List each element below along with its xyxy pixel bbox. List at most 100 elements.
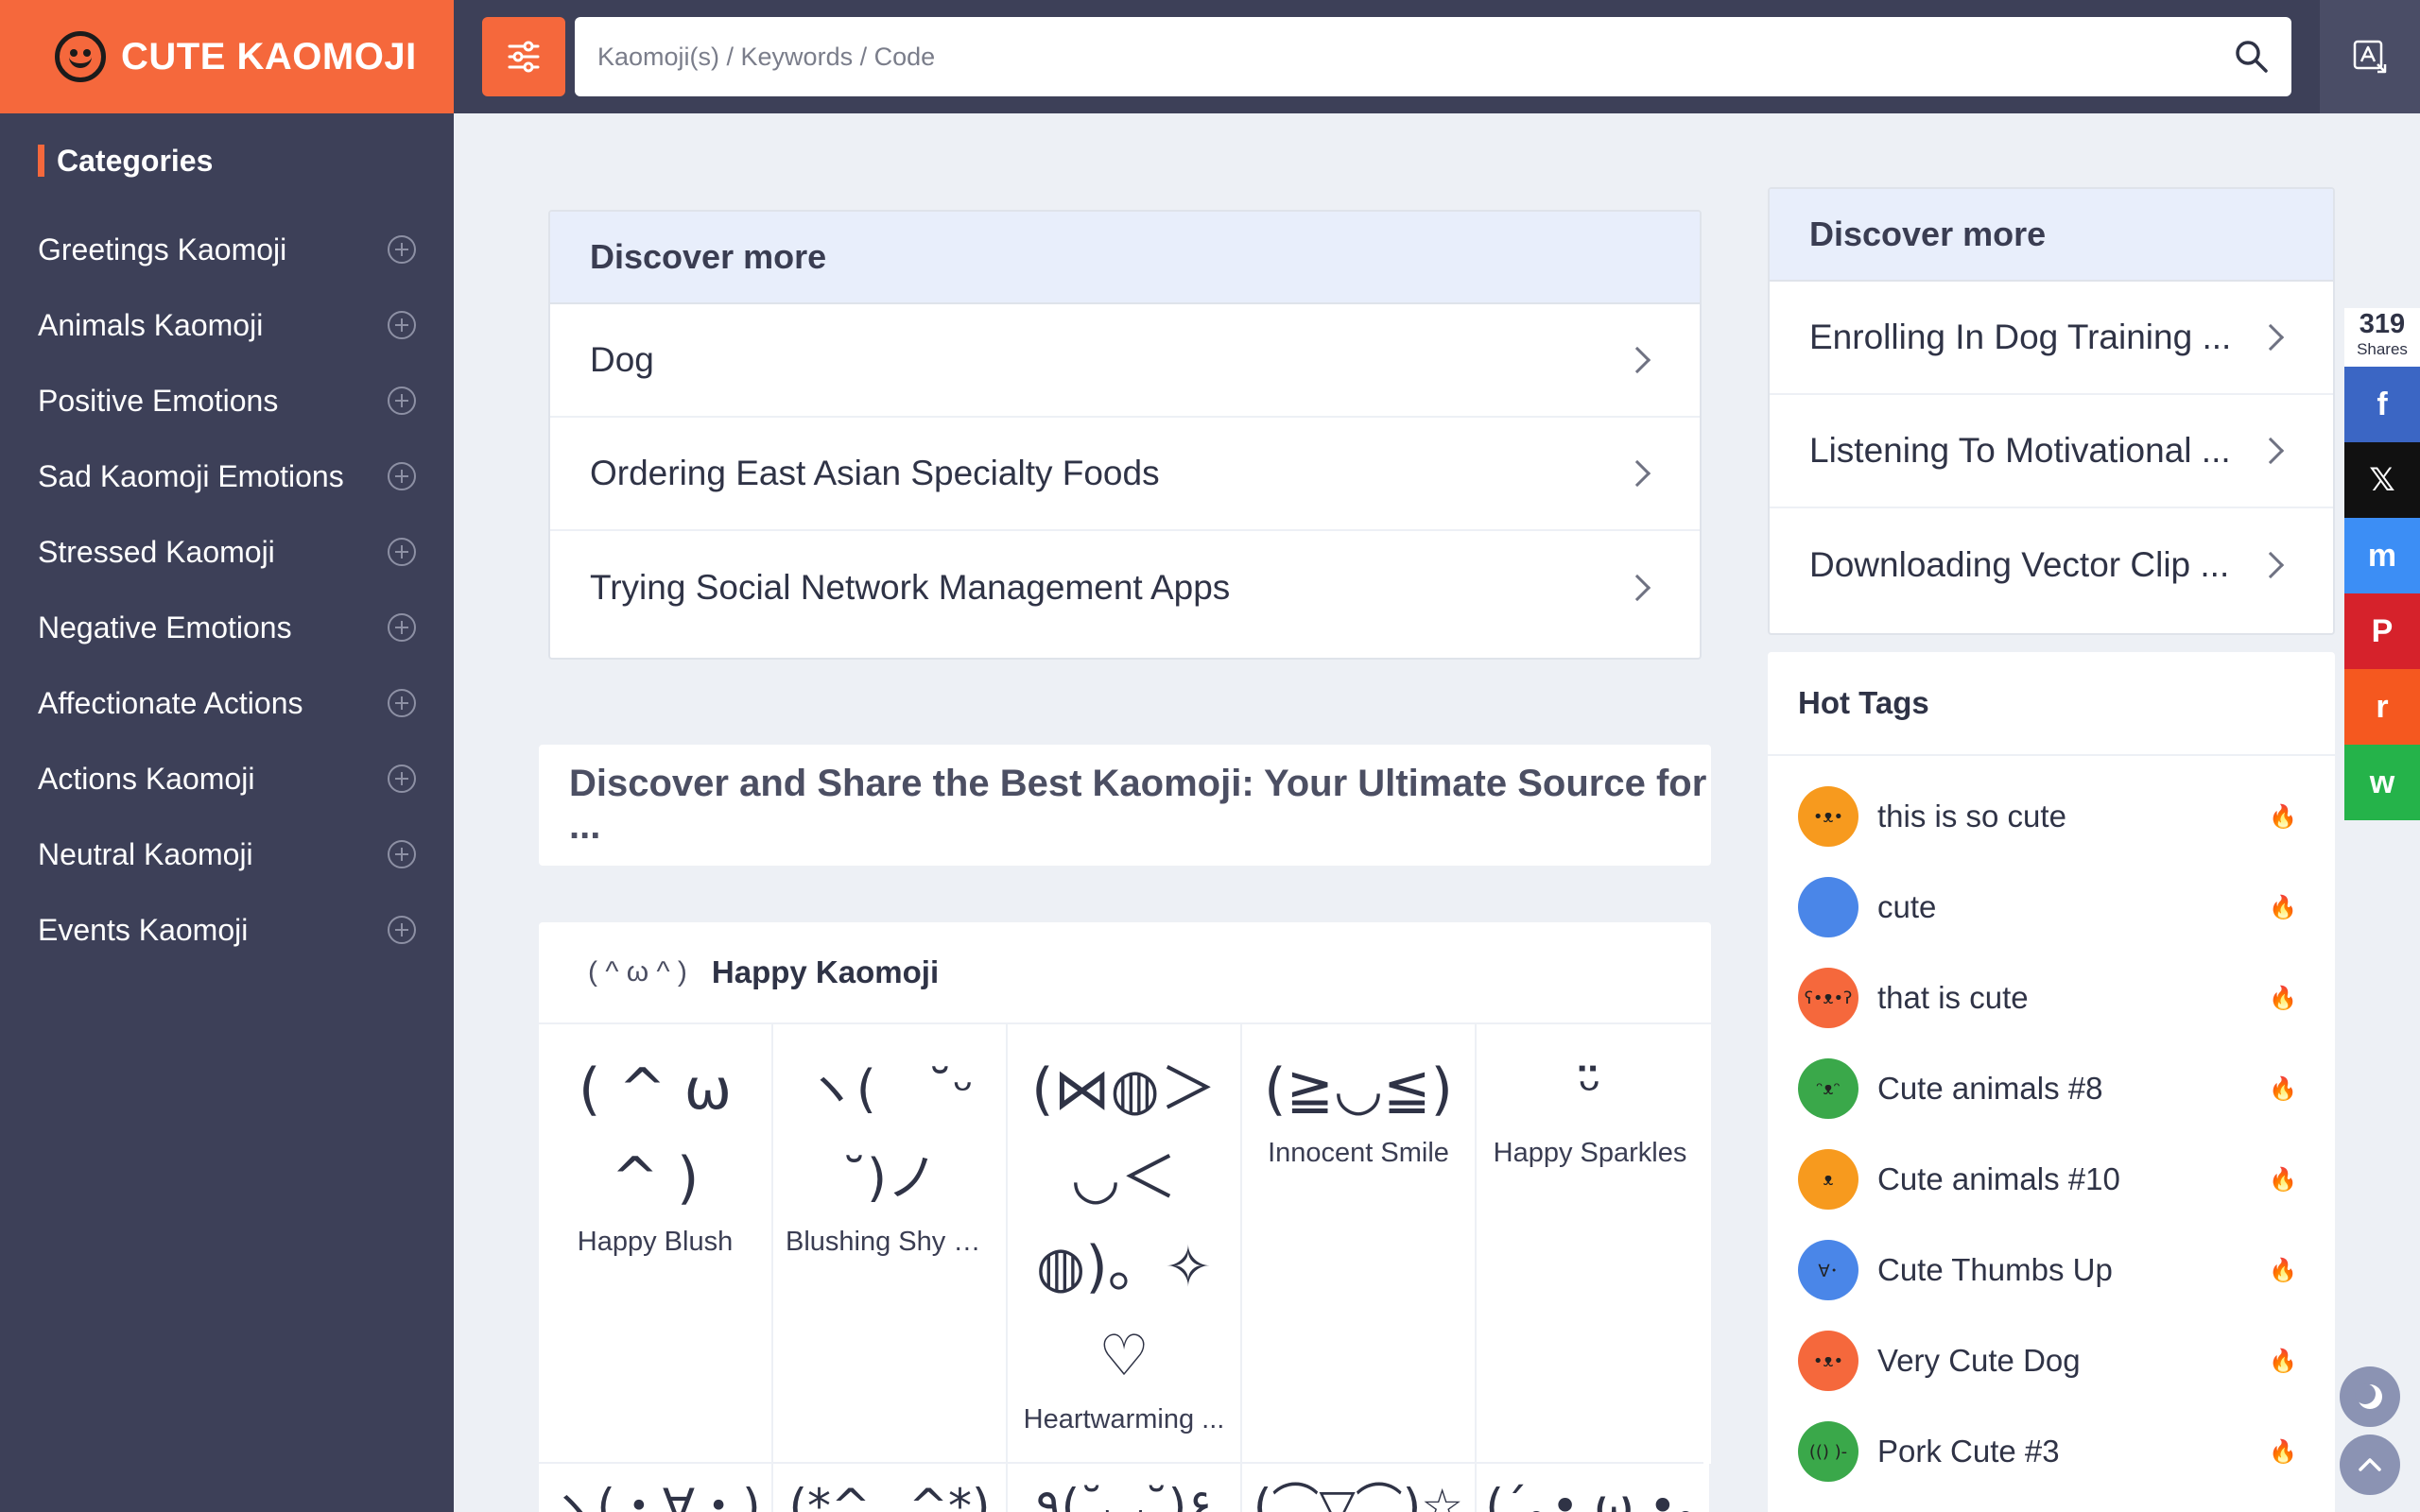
- discover-more-side: Discover more Enrolling In Dog Training …: [1768, 187, 2335, 635]
- section-header[interactable]: ( ^ ω ^ ) Happy Kaomoji: [539, 922, 1711, 1024]
- kaomoji-card[interactable]: (´｡• ω •｡`): [1477, 1464, 1711, 1512]
- sidebar-item-sad-emotions[interactable]: Sad Kaomoji Emotions: [0, 438, 454, 514]
- kaomoji-card[interactable]: ٩(˘◡˘)۶: [1008, 1464, 1242, 1512]
- discover-link-vector-clip[interactable]: Downloading Vector Clip ...: [1770, 508, 2333, 622]
- expand-plus-icon[interactable]: [388, 311, 416, 339]
- sidebar-item-label: Animals Kaomoji: [38, 307, 264, 342]
- sidebar-item-stressed[interactable]: Stressed Kaomoji: [0, 514, 454, 590]
- discover-link-social-network-apps[interactable]: Trying Social Network Management Apps: [550, 531, 1700, 644]
- expand-plus-icon[interactable]: [388, 538, 416, 566]
- discover-link-motivational[interactable]: Listening To Motivational ...: [1770, 395, 2333, 508]
- reddit-icon: r: [2376, 688, 2389, 725]
- page-headline: Discover and Share the Best Kaomoji: You…: [539, 745, 1711, 866]
- kaomoji-text: (≧◡≦): [1264, 1057, 1453, 1123]
- hot-tag-item[interactable]: ᵔᴥᵔ Cute animals #8 🔥: [1768, 1043, 2335, 1134]
- sidebar-item-affectionate-actions[interactable]: Affectionate Actions: [0, 665, 454, 741]
- discover-link-label: Listening To Motivational ...: [1809, 431, 2231, 470]
- sidebar-item-actions[interactable]: Actions Kaomoji: [0, 741, 454, 816]
- search-box: [575, 17, 2291, 96]
- whatsapp-share-button[interactable]: w: [2344, 745, 2420, 820]
- expand-plus-icon[interactable]: [388, 765, 416, 793]
- messenger-icon: m: [2367, 537, 2397, 574]
- dark-mode-toggle[interactable]: [2340, 1366, 2400, 1427]
- expand-plus-icon[interactable]: [388, 840, 416, 868]
- sidebar-item-greetings[interactable]: Greetings Kaomoji: [0, 212, 454, 287]
- expand-plus-icon[interactable]: [388, 235, 416, 264]
- kaomoji-card[interactable]: ヽ( ˘ᵕ˘)ノ Blushing Shy S...: [773, 1024, 1008, 1464]
- discover-title: Discover more: [550, 212, 1700, 304]
- kaomoji-next-row: ヽ(・∀・)ﾉ (*^‿^*) ٩(˘◡˘)۶ (⌒▽⌒)☆ (´｡• ω •｡…: [539, 1464, 1711, 1512]
- translate-button[interactable]: [2320, 0, 2420, 113]
- kaomoji-text: (⋈◍＞◡＜◍)。✧♡: [1031, 1057, 1217, 1389]
- expand-plus-icon[interactable]: [388, 387, 416, 415]
- kaomoji-card[interactable]: (≧◡≦) Innocent Smile: [1242, 1024, 1477, 1464]
- pinterest-icon: P: [2371, 612, 2394, 649]
- fire-icon: 🔥: [2269, 1075, 2297, 1102]
- hot-tag-item[interactable]: ∀･ Cute Thumbs Up 🔥: [1768, 1225, 2335, 1315]
- discover-link-dog-training[interactable]: Enrolling In Dog Training ...: [1770, 282, 2333, 395]
- sidebar-item-neutral[interactable]: Neutral Kaomoji: [0, 816, 454, 892]
- discover-link-east-asian-foods[interactable]: Ordering East Asian Specialty Foods: [550, 418, 1700, 531]
- expand-plus-icon[interactable]: [388, 462, 416, 490]
- hot-tag-item[interactable]: cute 🔥: [1768, 862, 2335, 953]
- sidebar-item-negative-emotions[interactable]: Negative Emotions: [0, 590, 454, 665]
- sidebar-title: Categories: [38, 142, 213, 180]
- x-share-button[interactable]: 𝕏: [2344, 442, 2420, 518]
- section-face: ( ^ ω ^ ): [588, 956, 687, 988]
- messenger-share-button[interactable]: m: [2344, 518, 2420, 593]
- discover-link-dog[interactable]: Dog: [550, 304, 1700, 418]
- tag-avatar-face: [1798, 877, 1858, 937]
- search-icon[interactable]: [2233, 38, 2271, 76]
- search-input[interactable]: [575, 17, 2291, 96]
- sidebar-item-label: Greetings Kaomoji: [38, 232, 287, 266]
- sidebar-item-label: Affectionate Actions: [38, 685, 303, 720]
- filter-button[interactable]: [482, 17, 565, 96]
- tag-avatar-face: •ᴥ•: [1812, 806, 1844, 827]
- hot-tag-item[interactable]: ᴥ Cute animals #10 🔥: [1768, 1134, 2335, 1225]
- discover-link-label: Enrolling In Dog Training ...: [1809, 318, 2232, 356]
- sidebar-item-animals[interactable]: Animals Kaomoji: [0, 287, 454, 363]
- sidebar-item-events[interactable]: Events Kaomoji: [0, 892, 454, 968]
- kaomoji-card[interactable]: ᵕ̈ Happy Sparkles: [1477, 1024, 1703, 1464]
- kaomoji-name: Happy Blush: [577, 1227, 734, 1257]
- fire-icon: 🔥: [2269, 1257, 2297, 1283]
- tag-avatar-face: ᴥ: [1823, 1169, 1834, 1190]
- site-logo[interactable]: CUTE KAOMOJI: [0, 0, 454, 113]
- kaomoji-card[interactable]: (⌒▽⌒)☆: [1242, 1464, 1477, 1512]
- hot-tag-item[interactable]: (() )- Pork Cute #3 🔥: [1768, 1406, 2335, 1497]
- kaomoji-card[interactable]: (*^‿^*): [773, 1464, 1008, 1512]
- kaomoji-text: ᵕ̈: [1578, 1057, 1602, 1123]
- facebook-share-button[interactable]: f: [2344, 367, 2420, 442]
- hot-tag-label: Pork Cute #3: [1877, 1434, 2060, 1469]
- whatsapp-icon: w: [2369, 764, 2395, 800]
- kaomoji-name: Heartwarming ...: [1023, 1404, 1225, 1435]
- fire-icon: 🔥: [2269, 894, 2297, 920]
- tag-avatar-face: (() )-: [1808, 1441, 1848, 1462]
- expand-plus-icon[interactable]: [388, 916, 416, 944]
- hot-tag-label: Cute animals #8: [1877, 1071, 2103, 1106]
- sidebar-item-positive-emotions[interactable]: Positive Emotions: [0, 363, 454, 438]
- kaomoji-name: Happy Sparkles: [1493, 1138, 1687, 1168]
- tag-avatar: (() )-: [1798, 1421, 1858, 1482]
- kaomoji-card[interactable]: (⋈◍＞◡＜◍)。✧♡ Heartwarming ...: [1008, 1024, 1242, 1464]
- reddit-share-button[interactable]: r: [2344, 669, 2420, 745]
- pinterest-share-button[interactable]: P: [2344, 593, 2420, 669]
- hot-tag-item[interactable]: •ᴥ• Very Cute Dog 🔥: [1768, 1315, 2335, 1406]
- expand-plus-icon[interactable]: [388, 689, 416, 717]
- hot-tag-item[interactable]: •ᴥ• this is so cute 🔥: [1768, 771, 2335, 862]
- kaomoji-card[interactable]: ヽ(・∀・)ﾉ: [539, 1464, 773, 1512]
- kaomoji-card[interactable]: ( ^ ω ^ ) Happy Blush: [539, 1024, 773, 1464]
- tag-avatar: •ᴥ•: [1798, 786, 1858, 847]
- scroll-top-button[interactable]: [2340, 1435, 2400, 1495]
- tag-avatar: ∀･: [1798, 1240, 1858, 1300]
- share-count-number: 319: [2359, 309, 2406, 339]
- fire-icon: 🔥: [2269, 1166, 2297, 1193]
- sidebar-item-label: Neutral Kaomoji: [38, 836, 253, 871]
- hot-tag-label: Cute animals #10: [1877, 1161, 2120, 1196]
- tag-avatar-face: •ᴥ•: [1812, 1350, 1844, 1371]
- discover-link-label: Downloading Vector Clip ...: [1809, 545, 2230, 584]
- hot-tag-item[interactable]: ʕ•ᴥ•ʔ that is cute 🔥: [1768, 953, 2335, 1043]
- x-icon: 𝕏: [2369, 462, 2395, 498]
- expand-plus-icon[interactable]: [388, 613, 416, 642]
- discover-link-label: Trying Social Network Management Apps: [590, 568, 1231, 607]
